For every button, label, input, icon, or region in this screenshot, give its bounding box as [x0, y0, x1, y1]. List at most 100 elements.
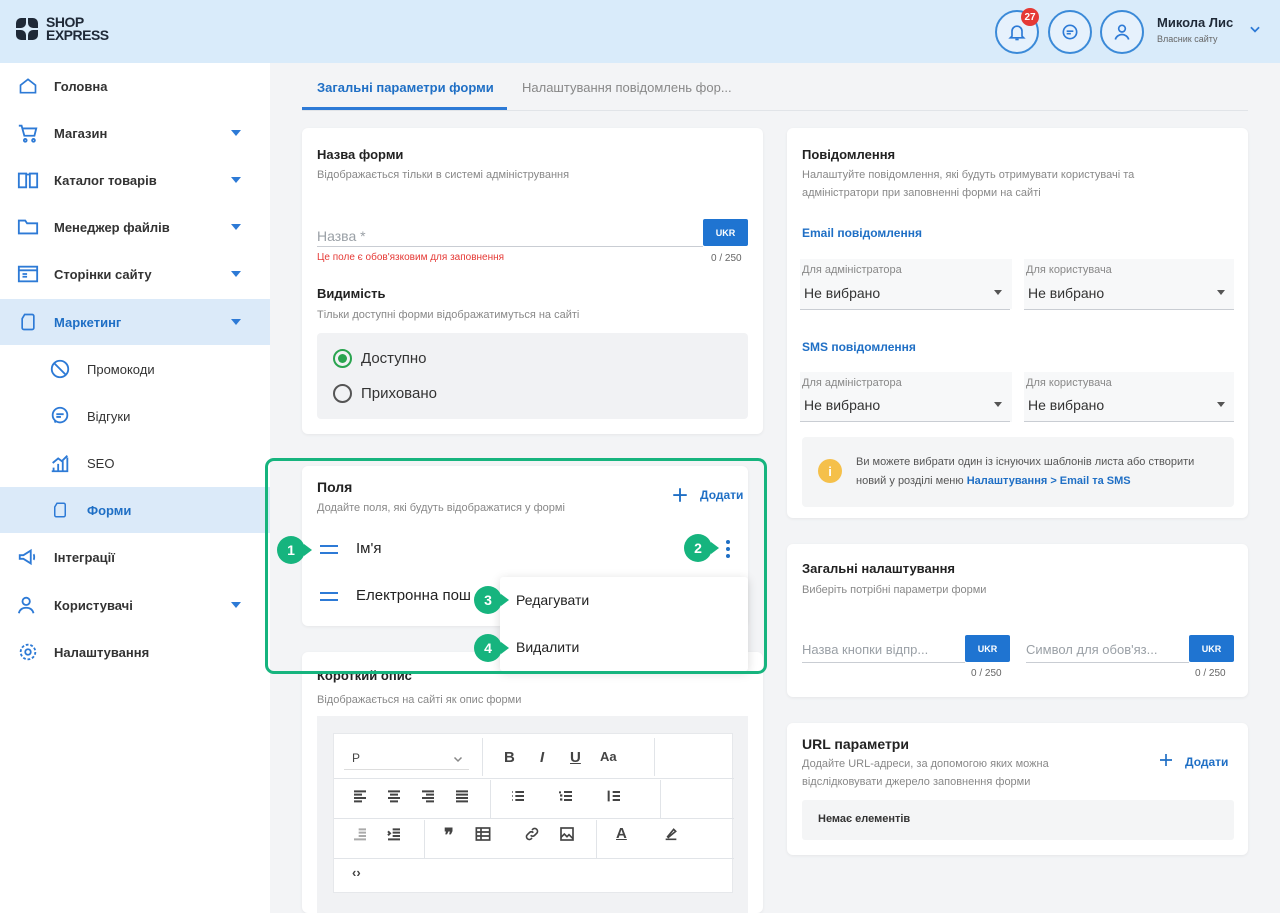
format-select[interactable] — [344, 746, 469, 770]
reviews-icon — [48, 404, 72, 428]
folder-icon — [16, 215, 40, 239]
chevron-down-icon[interactable] — [1248, 22, 1262, 36]
plus-icon[interactable] — [1158, 752, 1174, 768]
button-name-counter: 0 / 250 — [971, 668, 1002, 679]
sidebar-item-shop[interactable]: Магазин — [0, 110, 270, 156]
visibility-title: Видимість — [317, 286, 386, 301]
sidebar-item-users[interactable]: Користувачі — [0, 582, 270, 628]
rich-text-editor[interactable]: P B I U Aa ❞ A ‹› — [333, 733, 734, 893]
sidebar-item-label: Каталог товарів — [54, 172, 157, 188]
form-name-counter: 0 / 250 — [711, 253, 742, 264]
notifications-subtitle: Налаштуйте повідомлення, які будуть отри… — [802, 169, 1135, 199]
sidebar-item-catalog[interactable]: Каталог товарів — [0, 157, 270, 203]
sms-notifications-title: SMS повідомлення — [802, 340, 916, 354]
align-left-icon[interactable] — [352, 788, 368, 804]
align-center-icon[interactable] — [386, 788, 402, 804]
info-icon: i — [818, 459, 842, 483]
general-settings-title: Загальні налаштування — [802, 561, 956, 576]
quote-icon[interactable]: ❞ — [444, 825, 454, 846]
sms-user-select[interactable]: Не вибрано — [1028, 397, 1104, 413]
line-height-icon[interactable] — [606, 788, 622, 804]
step-marker-4: 4 — [474, 634, 509, 662]
tabs-divider — [302, 110, 1248, 111]
step-marker-1: 1 — [277, 536, 312, 564]
forms-icon — [48, 498, 72, 522]
table-icon[interactable] — [474, 826, 492, 842]
sidebar-item-label: Сторінки сайту — [54, 266, 152, 282]
logo[interactable]: SHOP EXPRESS — [14, 14, 109, 44]
caret-down-icon — [231, 602, 241, 608]
sidebar-subitem-seo[interactable]: SEO — [0, 440, 270, 486]
step-marker-2: 2 — [684, 534, 719, 562]
notifications-button[interactable]: 27 — [995, 8, 1039, 54]
source-code-icon[interactable]: ‹› — [352, 865, 361, 880]
settings-link[interactable]: Налаштування > Email та SMS — [967, 475, 1131, 487]
sidebar-item-integrations[interactable]: Інтеграції — [0, 534, 270, 580]
format-select-value: P — [352, 751, 361, 765]
sidebar-item-settings[interactable]: Налаштування — [0, 629, 270, 675]
link-icon[interactable] — [524, 826, 540, 842]
bold-icon[interactable]: B — [504, 749, 515, 766]
add-url-param-button[interactable]: Додати — [1185, 755, 1228, 769]
empty-state-text: Немає елементів — [818, 813, 911, 825]
bullet-list-icon[interactable] — [510, 788, 526, 804]
sidebar-item-label: SEO — [87, 455, 115, 471]
italic-icon[interactable]: I — [540, 749, 544, 766]
radio-available-label[interactable]: Доступно — [361, 350, 426, 367]
email-user-label: Для користувача — [1026, 264, 1112, 276]
required-symbol-lang-button[interactable]: UKR — [1189, 635, 1234, 662]
profile-button[interactable] — [1100, 10, 1144, 54]
sidebar-item-files[interactable]: Менеджер файлів — [0, 204, 270, 250]
image-icon[interactable] — [558, 826, 576, 842]
email-admin-label: Для адміністратора — [802, 264, 902, 276]
sidebar-item-marketing[interactable]: Маркетинг — [0, 299, 270, 345]
highlight-icon[interactable] — [662, 826, 680, 842]
radio-available[interactable] — [333, 349, 352, 368]
url-params-title: URL параметри — [802, 736, 909, 752]
button-name-input[interactable]: Назва кнопки відпр... — [802, 642, 928, 657]
indent-icon[interactable] — [386, 826, 402, 842]
notification-badge: 27 — [1021, 8, 1039, 26]
email-user-select[interactable]: Не вибрано — [1028, 285, 1104, 301]
sidebar-subitem-forms[interactable]: Форми — [0, 487, 270, 533]
sidebar-subitem-reviews[interactable]: Відгуки — [0, 393, 270, 439]
sidebar-item-label: Магазин — [54, 125, 108, 141]
user-name[interactable]: Микола Лис — [1157, 15, 1233, 30]
megaphone-icon — [16, 545, 40, 569]
form-name-card: Назва форми Відображається тільки в сист… — [302, 128, 763, 434]
radio-hidden[interactable] — [333, 384, 352, 403]
sidebar-item-home[interactable]: Головна — [0, 63, 270, 109]
visibility-subtitle: Тільки доступні форми відображатимуться … — [317, 309, 580, 321]
sidebar-item-pages[interactable]: Сторінки сайту — [0, 251, 270, 297]
sms-admin-select[interactable]: Не вибрано — [804, 397, 880, 413]
form-name-lang-button[interactable]: UKR — [703, 219, 748, 246]
align-right-icon[interactable] — [420, 788, 436, 804]
button-name-lang-button[interactable]: UKR — [965, 635, 1010, 662]
caret-down-icon — [231, 130, 241, 136]
font-size-icon[interactable]: Aa — [600, 749, 617, 764]
tab-notifications[interactable]: Налаштування повідомлень фор... — [522, 80, 732, 95]
radio-hidden-label[interactable]: Приховано — [361, 385, 437, 402]
outdent-icon[interactable] — [352, 826, 368, 842]
seo-icon — [48, 451, 72, 475]
pages-icon — [16, 262, 40, 286]
required-symbol-counter: 0 / 250 — [1195, 668, 1226, 679]
underline-icon[interactable]: U — [570, 749, 581, 766]
messages-button[interactable] — [1048, 10, 1092, 54]
text-color-icon[interactable]: A — [616, 825, 627, 842]
form-name-underline — [317, 246, 703, 247]
promo-icon — [48, 357, 72, 381]
sms-user-label: Для користувача — [1026, 377, 1112, 389]
caret-down-icon — [1217, 402, 1225, 407]
sidebar-item-label: Налаштування — [54, 644, 150, 660]
align-justify-icon[interactable] — [454, 788, 470, 804]
required-symbol-input[interactable]: Символ для обов'яз... — [1026, 642, 1157, 657]
caret-down-icon — [231, 319, 241, 325]
form-name-input[interactable]: Назва * — [317, 228, 366, 244]
top-header: SHOP EXPRESS 27 Микола Лис Власник сайту — [0, 0, 1280, 63]
sidebar-subitem-promocodes[interactable]: Промокоди — [0, 346, 270, 392]
tab-general[interactable]: Загальні параметри форми — [317, 80, 494, 95]
caret-down-icon — [994, 402, 1002, 407]
email-admin-select[interactable]: Не вибрано — [804, 285, 880, 301]
numbered-list-icon[interactable] — [558, 788, 574, 804]
